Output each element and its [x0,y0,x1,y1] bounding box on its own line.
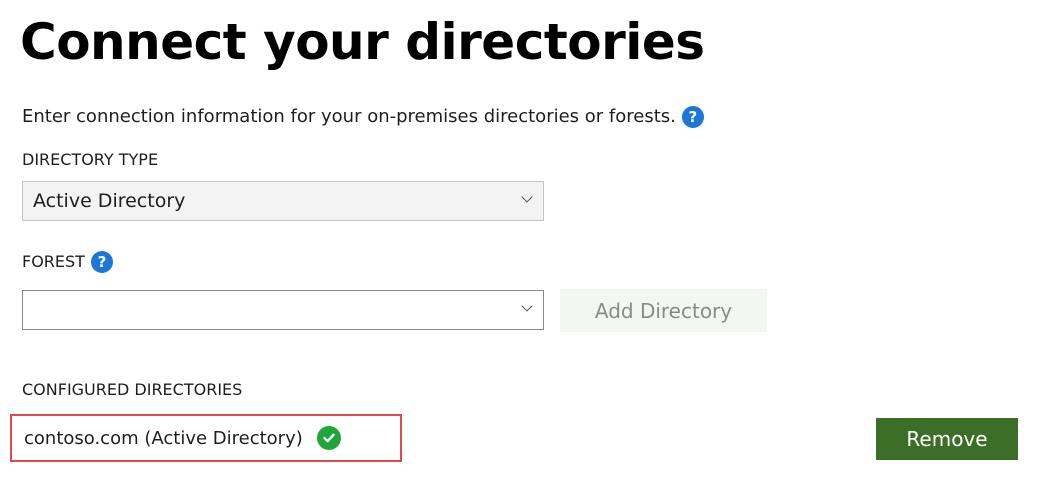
configured-directories-label-text: CONFIGURED DIRECTORIES [22,380,243,399]
intro-text: Enter connection information for your on… [22,106,676,127]
configured-directory-item[interactable]: contoso.com (Active Directory) [10,414,402,462]
intro-text-row: Enter connection information for your on… [22,104,704,130]
chevron-down-icon [521,191,533,203]
forest-label: FOREST ? [22,251,113,273]
help-icon[interactable]: ? [90,251,113,273]
directory-type-label: DIRECTORY TYPE [22,150,158,170]
directory-type-label-text: DIRECTORY TYPE [22,150,159,169]
remove-button[interactable]: Remove [876,418,1018,460]
directory-type-value: Active Directory [33,190,186,212]
chevron-down-icon [521,300,533,312]
help-icon[interactable]: ? [681,106,704,128]
configured-directories-label: CONFIGURED DIRECTORIES [22,380,242,400]
page-title: Connect your directories [20,13,705,71]
configured-directory-name: contoso.com (Active Directory) [24,427,303,449]
directory-type-select[interactable]: Active Directory [22,181,544,221]
add-directory-button[interactable]: Add Directory [560,289,767,332]
check-circle-icon [316,426,341,450]
forest-label-text: FOREST [22,252,85,271]
forest-select[interactable] [22,290,544,330]
